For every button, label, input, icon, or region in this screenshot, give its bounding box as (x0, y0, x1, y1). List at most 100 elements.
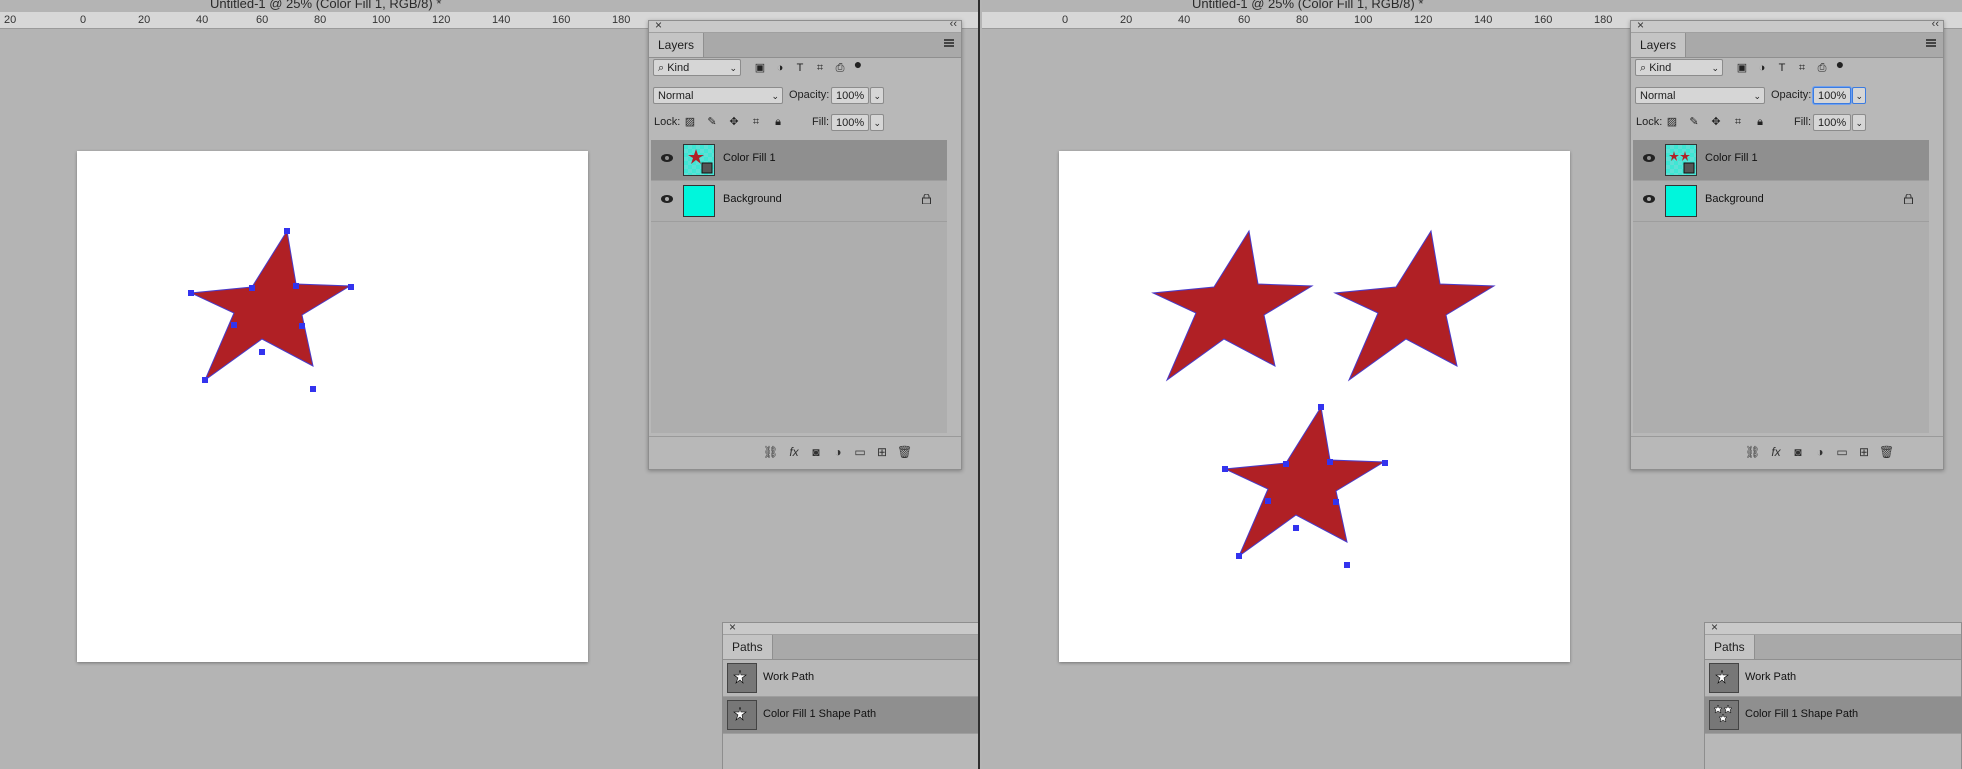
pixel-filter-icon[interactable]: ▣ (753, 61, 767, 75)
blend-mode-select[interactable]: Normal ⌄ (1635, 87, 1765, 104)
opacity-input[interactable]: 100% (831, 87, 869, 104)
new-layer-icon[interactable]: ⊞ (875, 445, 889, 459)
opacity-dropdown[interactable]: ⌄ (1852, 87, 1866, 104)
lock-transparent-icon[interactable]: ▨ (683, 115, 697, 129)
close-icon[interactable]: × (1711, 620, 1718, 634)
adjustment-filter-icon[interactable]: ◑ (773, 61, 787, 75)
anchor-point[interactable] (202, 377, 208, 383)
path-row-work-path[interactable]: Work Path (1705, 660, 1961, 697)
path-row-work-path[interactable]: Work Path (723, 660, 980, 697)
link-layers-icon[interactable]: ⛓ (1745, 445, 1760, 459)
layer-row-background[interactable]: Background (651, 181, 947, 222)
smart-object-filter-icon[interactable]: ⎙ (833, 61, 847, 75)
lock-image-icon[interactable]: ✎ (1687, 115, 1701, 129)
visibility-eye-icon[interactable] (661, 194, 673, 204)
close-icon[interactable]: × (655, 18, 662, 32)
star-shape[interactable] (1223, 405, 1386, 558)
visibility-eye-icon[interactable] (661, 153, 673, 163)
delete-layer-icon[interactable]: 🗑︎ (1879, 445, 1894, 459)
add-mask-icon[interactable]: ◙ (1791, 445, 1805, 459)
path-row-color-fill-shape-path[interactable]: Color Fill 1 Shape Path (723, 697, 980, 734)
anchor-point[interactable] (1283, 461, 1289, 467)
visibility-eye-icon[interactable] (1643, 194, 1655, 204)
anchor-point[interactable] (1293, 525, 1299, 531)
add-mask-icon[interactable]: ◙ (809, 445, 823, 459)
kind-filter-select[interactable]: ⌕ Kind ⌄ (1635, 59, 1723, 76)
lock-position-icon[interactable]: ✥ (1709, 115, 1723, 129)
layer-row-color-fill-1[interactable]: Color Fill 1 (651, 140, 947, 181)
anchor-point[interactable] (284, 228, 290, 234)
anchor-point[interactable] (1333, 499, 1339, 505)
anchor-point[interactable] (1382, 460, 1388, 466)
opacity-dropdown[interactable]: ⌄ (870, 87, 884, 104)
tab-layers[interactable]: Layers (649, 33, 705, 57)
star-shape[interactable] (189, 229, 352, 382)
anchor-point[interactable] (293, 283, 299, 289)
close-icon[interactable]: × (1637, 18, 1644, 32)
panel-menu-icon[interactable] (944, 39, 954, 48)
adjustment-layer-icon[interactable]: ◑ (831, 445, 845, 459)
filter-toggle-icon[interactable]: ● (1833, 57, 1847, 71)
lock-artboard-icon[interactable]: ⌗ (1731, 115, 1745, 129)
anchor-point[interactable] (1344, 562, 1350, 568)
anchor-point[interactable] (259, 349, 265, 355)
collapse-icon[interactable]: ‹‹ (1932, 18, 1939, 30)
star-shape[interactable] (1151, 229, 1314, 382)
anchor-point[interactable] (188, 290, 194, 296)
lock-image-icon[interactable]: ✎ (705, 115, 719, 129)
shape-filter-icon[interactable]: ⌗ (813, 61, 827, 75)
anchor-point[interactable] (1236, 553, 1242, 559)
adjustment-layer-icon[interactable]: ◑ (1813, 445, 1827, 459)
lock-position-icon[interactable]: ✥ (727, 115, 741, 129)
fx-icon[interactable]: fx (787, 445, 801, 459)
path-row-color-fill-shape-path[interactable]: Color Fill 1 Shape Path (1705, 697, 1961, 734)
panel-menu-icon[interactable] (1926, 39, 1936, 48)
anchor-point[interactable] (310, 386, 316, 392)
tab-layers[interactable]: Layers (1631, 33, 1687, 57)
tab-paths[interactable]: Paths (723, 635, 773, 659)
anchor-point[interactable] (1318, 404, 1324, 410)
anchor-point[interactable] (1327, 459, 1333, 465)
new-group-icon[interactable]: ▭ (853, 445, 867, 459)
anchor-point[interactable] (1222, 466, 1228, 472)
type-filter-icon[interactable]: T (793, 61, 807, 75)
lock-all-icon[interactable]: 🔒︎ (771, 115, 785, 129)
adjustment-filter-icon[interactable]: ◑ (1755, 61, 1769, 75)
pixel-filter-icon[interactable]: ▣ (1735, 61, 1749, 75)
kind-filter-select[interactable]: ⌕ Kind ⌄ (653, 59, 741, 76)
anchor-point[interactable] (249, 285, 255, 291)
fill-dropdown[interactable]: ⌄ (870, 114, 884, 131)
lock-transparent-icon[interactable]: ▨ (1665, 115, 1679, 129)
new-group-icon[interactable]: ▭ (1835, 445, 1849, 459)
anchor-point[interactable] (231, 322, 237, 328)
opacity-input[interactable]: 100% (1813, 87, 1851, 104)
close-icon[interactable]: × (729, 620, 736, 634)
anchor-point[interactable] (299, 323, 305, 329)
lock-all-icon[interactable]: 🔒︎ (1753, 115, 1767, 129)
layer-list: Color Fill 1 Background (651, 140, 947, 433)
document-canvas[interactable] (1059, 151, 1570, 662)
layer-row-background[interactable]: Background (1633, 181, 1929, 222)
fill-input[interactable]: 100% (831, 114, 869, 131)
new-layer-icon[interactable]: ⊞ (1857, 445, 1871, 459)
layer-row-color-fill-1[interactable]: Color Fill 1 (1633, 140, 1929, 181)
filter-toggle-icon[interactable]: ● (851, 57, 865, 71)
type-filter-icon[interactable]: T (1775, 61, 1789, 75)
delete-layer-icon[interactable]: 🗑︎ (897, 445, 912, 459)
star-shape[interactable] (1333, 229, 1496, 382)
fx-icon[interactable]: fx (1769, 445, 1783, 459)
shape-filter-icon[interactable]: ⌗ (1795, 61, 1809, 75)
smart-object-filter-icon[interactable]: ⎙ (1815, 61, 1829, 75)
fill-dropdown[interactable]: ⌄ (1852, 114, 1866, 131)
collapse-icon[interactable]: ‹‹ (950, 18, 957, 30)
link-layers-icon[interactable]: ⛓ (763, 445, 778, 459)
anchor-point[interactable] (1265, 498, 1271, 504)
tab-paths[interactable]: Paths (1705, 635, 1755, 659)
blend-mode-select[interactable]: Normal ⌄ (653, 87, 783, 104)
anchor-point[interactable] (348, 284, 354, 290)
document-canvas[interactable] (77, 151, 588, 662)
fill-input[interactable]: 100% (1813, 114, 1851, 131)
lock-artboard-icon[interactable]: ⌗ (749, 115, 763, 129)
chevron-down-icon: ⌄ (873, 118, 881, 128)
visibility-eye-icon[interactable] (1643, 153, 1655, 163)
